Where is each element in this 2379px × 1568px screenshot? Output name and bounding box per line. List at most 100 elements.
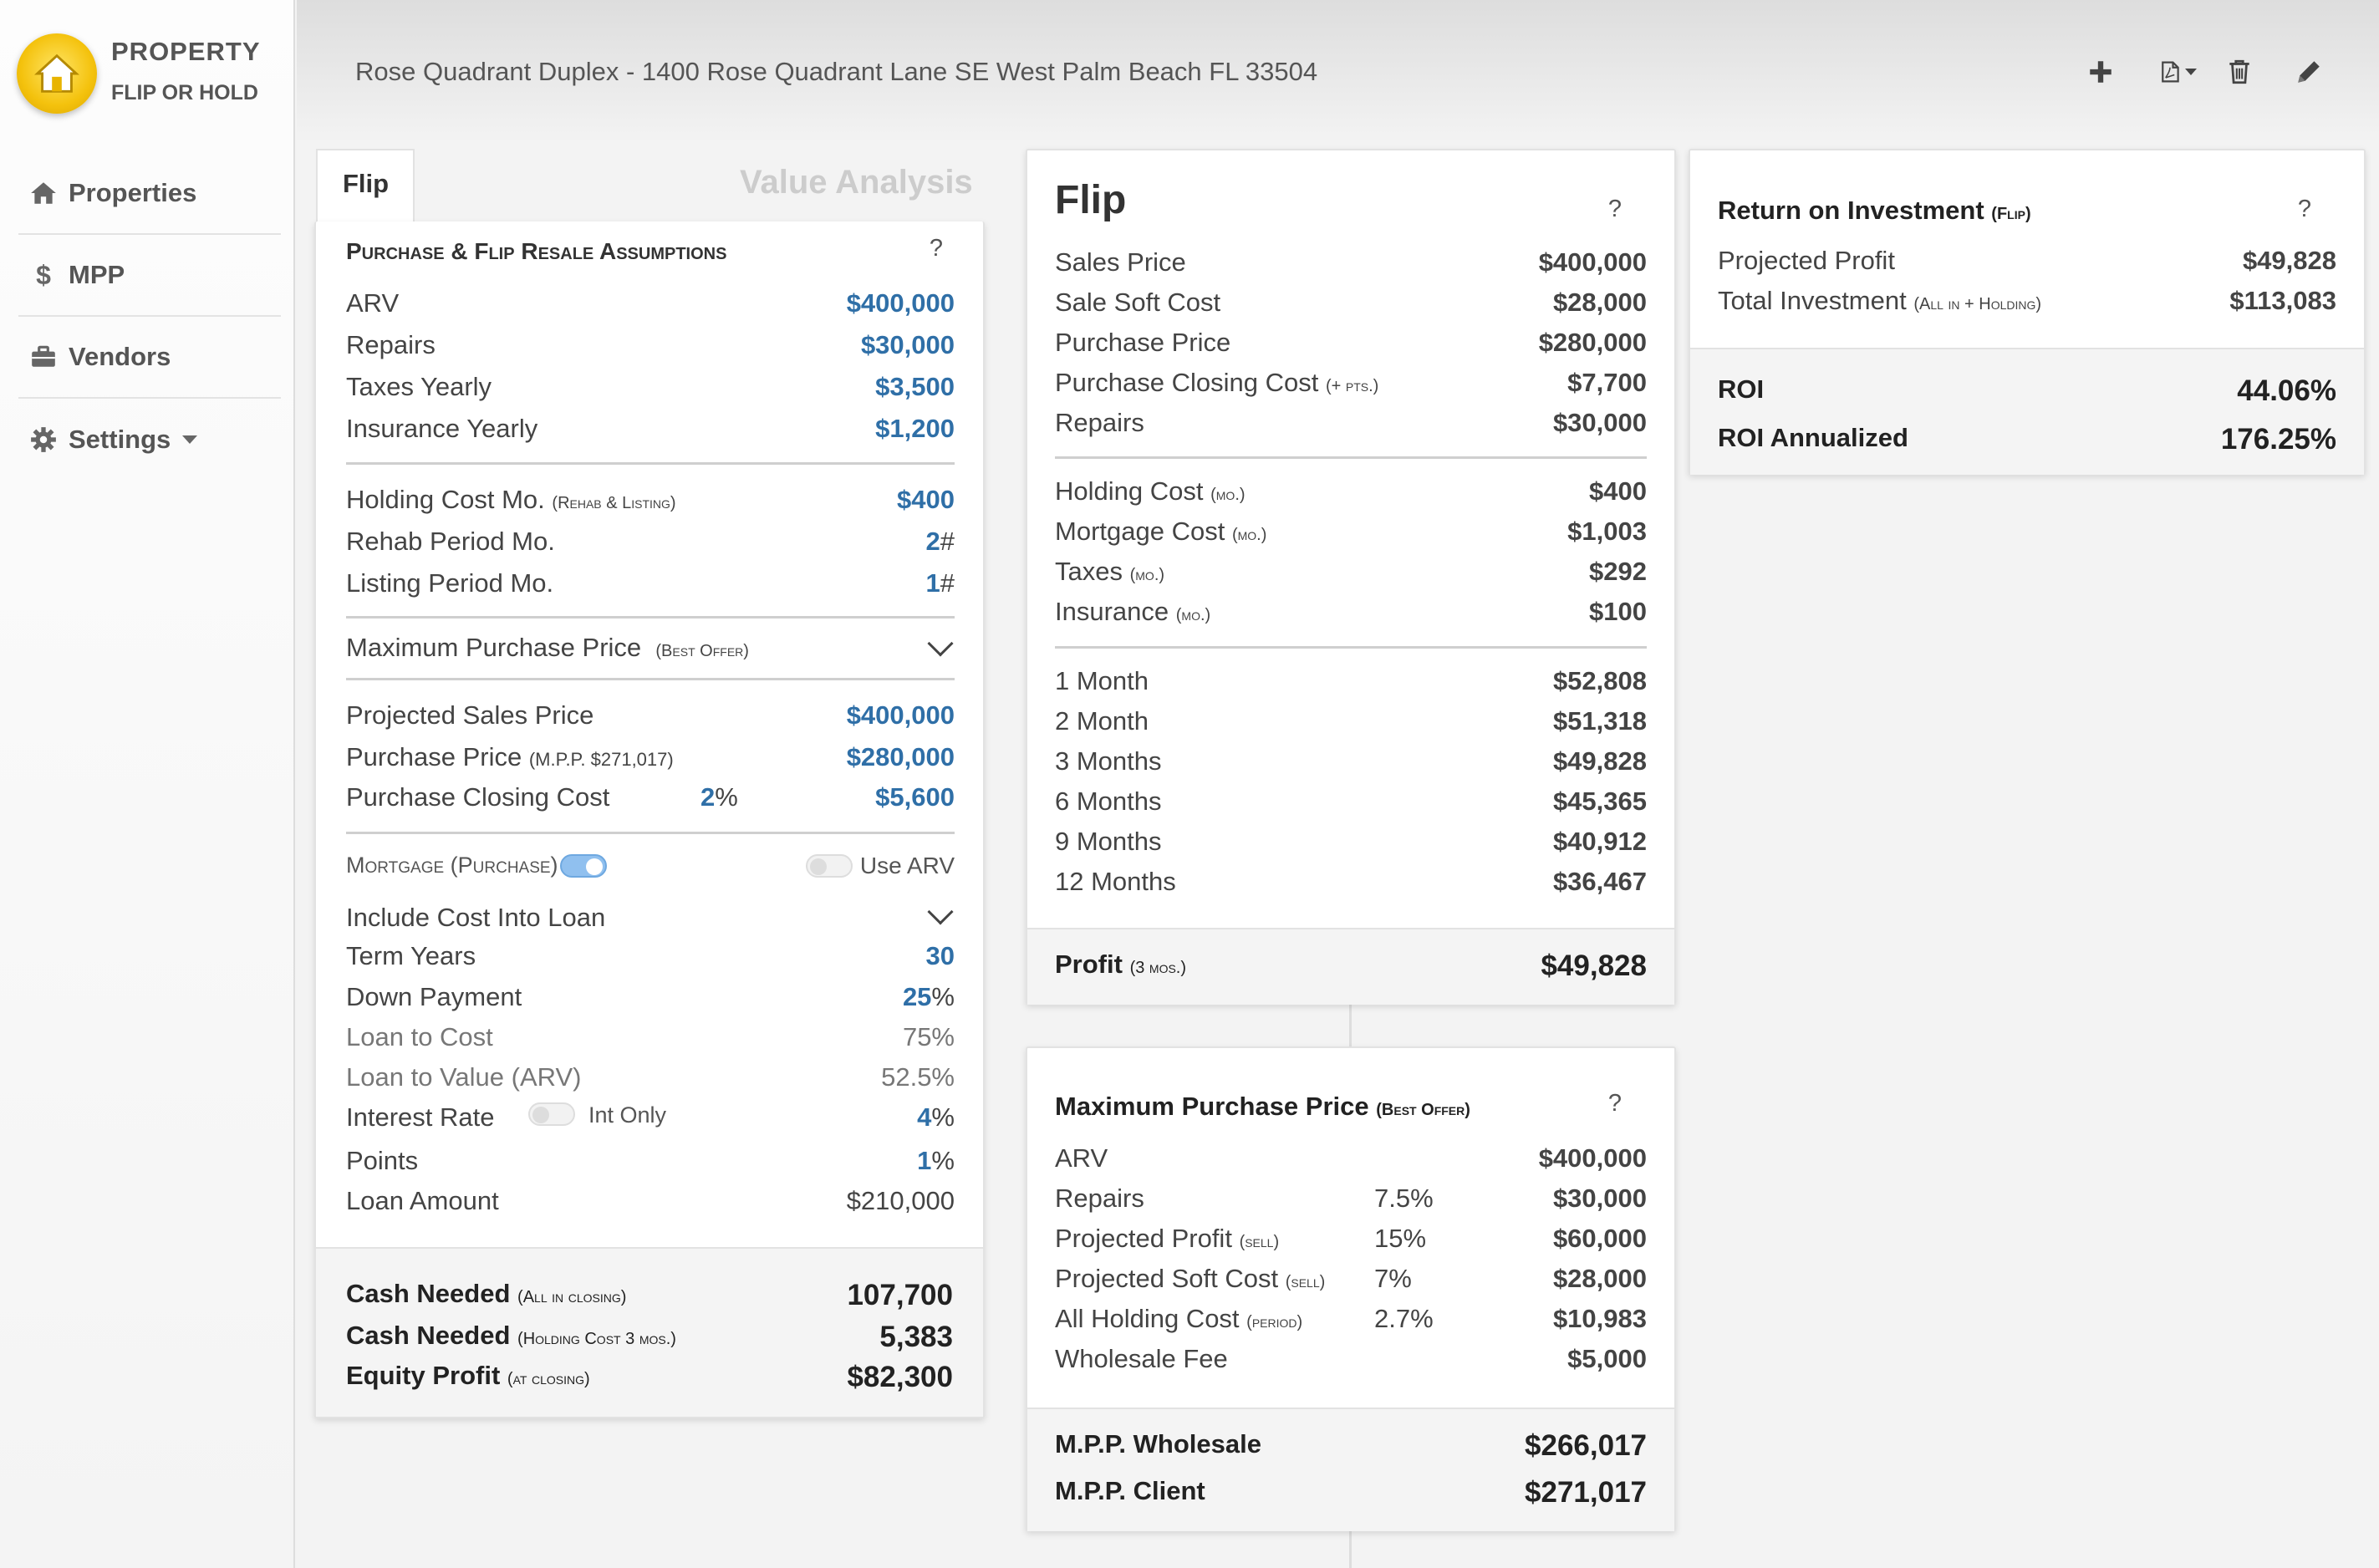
interest-row: Interest Rate Int Only 4% [346, 1102, 955, 1132]
listing-input[interactable]: 1 [926, 568, 940, 598]
home-logo-icon [34, 53, 79, 93]
roi-card: Return on Investment (Flip) ? Projected … [1689, 149, 2366, 475]
divider [1055, 456, 1647, 459]
chevron-down-icon [182, 435, 198, 444]
term-input[interactable]: 30 [926, 941, 955, 971]
proj-sales-input[interactable]: $400,000 [847, 700, 955, 731]
table-row: 9 Months $40,912 [1055, 827, 1647, 856]
down-payment-input[interactable]: 25 [903, 982, 931, 1011]
ltv-row: Loan to Value (ARV) 52.5% [346, 1062, 955, 1092]
ltc-row: Loan to Cost 75% [346, 1022, 955, 1051]
divider [346, 678, 955, 680]
brand-line1: PROPERTY [111, 37, 261, 66]
flip-title: Flip [1055, 178, 1127, 222]
interest-input[interactable]: 4 [917, 1102, 931, 1132]
sidebar-item-label: Vendors [69, 342, 171, 371]
repairs-row: Repairs $30,000 [346, 330, 955, 360]
help-icon[interactable]: ? [2298, 196, 2311, 223]
purchase-input[interactable]: $280,000 [847, 742, 955, 772]
equity-profit-row: Equity Profit (at closing) $82,300 [346, 1361, 953, 1393]
listing-row: Listing Period Mo. 1# [346, 568, 955, 598]
pdf-icon [2162, 61, 2179, 83]
taxes-row: Taxes Yearly $3,500 [346, 372, 955, 402]
down-payment-row: Down Payment 25% [346, 982, 955, 1011]
repairs-input[interactable]: $30,000 [861, 330, 955, 360]
sidebar-item-properties[interactable]: Properties [18, 153, 281, 235]
proj-sales-row: Projected Sales Price $400,000 [346, 700, 955, 731]
table-row: Purchase Price $280,000 [1055, 328, 1647, 357]
pdf-dropdown-button[interactable] [2151, 52, 2204, 92]
help-icon[interactable]: ? [1608, 1090, 1622, 1117]
sidebar-item-vendors[interactable]: Vendors [18, 317, 281, 399]
sidebar-item-label: MPP [69, 260, 125, 289]
divider [1349, 1531, 1352, 1568]
table-row: Holding Cost (mo.) $400 [1055, 476, 1647, 506]
mpp-card: Maximum Purchase Price (Best Offer) ? AR… [1026, 1046, 1676, 1531]
points-row: Points 1% [346, 1146, 955, 1175]
help-icon[interactable]: ? [1608, 196, 1622, 223]
holding-input[interactable]: $400 [897, 485, 955, 515]
divider [346, 462, 955, 465]
edit-button[interactable] [2289, 52, 2329, 92]
help-icon[interactable]: ? [930, 235, 943, 262]
mortgage-toggle[interactable] [560, 854, 607, 878]
sidebar-item-label: Settings [69, 425, 171, 454]
header: Rose Quadrant Duplex - 1400 Rose Quadran… [297, 0, 2379, 142]
pencil-icon [2298, 61, 2320, 83]
table-row: Projected Profit (sell) 15% $60,000 [1055, 1224, 1647, 1253]
assumptions-card: Purchase & Flip Resale Assumptions ? ARV… [314, 221, 985, 1418]
roi-annualized-row: ROI Annualized 176.25% [1718, 423, 2336, 456]
table-row: Sale Soft Cost $28,000 [1055, 288, 1647, 317]
table-row: Repairs $30,000 [1055, 408, 1647, 437]
plus-icon [2090, 61, 2112, 83]
delete-button[interactable] [2219, 52, 2259, 92]
rehab-input[interactable]: 2 [926, 527, 940, 556]
tab-value-analysis[interactable]: Value Analysis [740, 164, 973, 201]
table-row: Insurance (mo.) $100 [1055, 597, 1647, 626]
mpp-client-row: M.P.P. Client $271,017 [1055, 1476, 1647, 1509]
holding-row: Holding Cost Mo. (Rehab & Listing) $400 [346, 485, 955, 515]
mpp-card-title: Maximum Purchase Price (Best Offer) [1055, 1092, 1470, 1121]
page-title: Rose Quadrant Duplex - 1400 Rose Quadran… [355, 57, 1318, 86]
mpp-dropdown[interactable]: Maximum Purchase Price (Best Offer) [346, 633, 955, 666]
arv-input[interactable]: $400,000 [847, 288, 955, 318]
profit-footer: Profit (3 mos.) $49,828 [1027, 928, 1674, 1005]
insurance-input[interactable]: $1,200 [875, 414, 955, 444]
sidebar-item-mpp[interactable]: $ MPP [18, 235, 281, 317]
mpp-footer: M.P.P. Wholesale $266,017 M.P.P. Client $2… [1027, 1408, 1674, 1531]
logo[interactable] [17, 33, 97, 114]
taxes-input[interactable]: $3,500 [875, 372, 955, 402]
cash-needed-holding-row: Cash Needed (Holding Cost 3 mos.) 5,383 [346, 1321, 953, 1353]
term-row: Term Years 30 [346, 941, 955, 971]
table-row: Repairs 7.5% $30,000 [1055, 1184, 1647, 1213]
rehab-row: Rehab Period Mo. 2# [346, 527, 955, 556]
table-row: ARV $400,000 [1055, 1143, 1647, 1173]
add-button[interactable] [2081, 52, 2121, 92]
chevron-down-icon [2185, 69, 2197, 75]
table-row: Wholesale Fee $5,000 [1055, 1344, 1647, 1373]
roi-title: Return on Investment (Flip) [1718, 196, 2031, 225]
divider [346, 616, 955, 619]
tab-flip[interactable]: Flip [316, 149, 415, 224]
roi-investment-row: Total Investment (All in + Holding) $113,… [1718, 286, 2336, 315]
home-icon [27, 179, 60, 207]
use-arv-toggle[interactable] [806, 854, 853, 878]
divider [1055, 646, 1647, 649]
sidebar-item-label: Properties [69, 178, 197, 207]
table-row: All Holding Cost (period) 2.7% $10,983 [1055, 1304, 1647, 1333]
int-only-toggle[interactable] [528, 1102, 575, 1126]
gear-icon [27, 425, 60, 454]
arv-row: ARV $400,000 [346, 288, 955, 318]
table-row: Mortgage Cost (mo.) $1,003 [1055, 517, 1647, 546]
divider [346, 832, 955, 834]
table-row: Purchase Closing Cost (+ pts.) $7,700 [1055, 368, 1647, 397]
briefcase-icon [27, 343, 60, 371]
sidebar-item-settings[interactable]: Settings [18, 399, 281, 481]
mortgage-row: Mortgage (Purchase) Use ARV [346, 853, 955, 878]
include-cost-dropdown[interactable]: Include Cost Into Loan [346, 903, 955, 936]
table-row: 12 Months $36,467 [1055, 867, 1647, 896]
dollar-icon: $ [36, 259, 51, 290]
closing-pct-input[interactable]: 2 [700, 782, 715, 812]
points-input[interactable]: 1 [917, 1146, 931, 1175]
sidebar: PROPERTY FLIP OR HOLD Properties $ MPP V… [0, 0, 295, 1568]
